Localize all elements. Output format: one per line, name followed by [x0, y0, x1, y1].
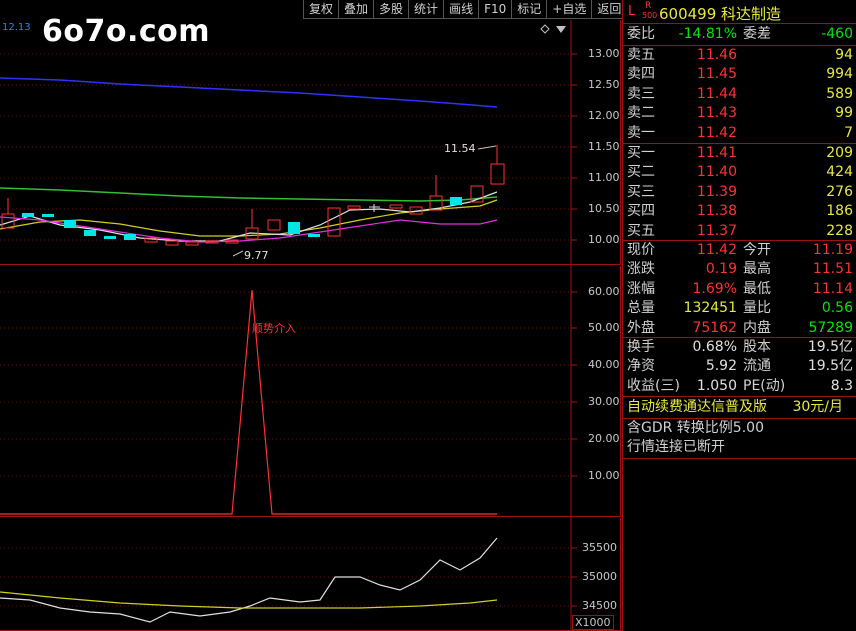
bid-row-volume: 209 [826, 145, 853, 161]
ask-row[interactable]: 卖四 11.45 994 [625, 65, 855, 84]
fundamentals-row: 净资 5.92 流通 19.5亿 [627, 358, 853, 375]
chart-date: 12.13 [2, 22, 31, 33]
connection-status: 行情连接已断开 [627, 439, 725, 455]
ask-row-label: 卖三 [627, 85, 655, 102]
badge-500: 500 [642, 11, 658, 20]
ma-yellow-line [0, 199, 498, 237]
bid-row-volume: 424 [826, 164, 853, 181]
ask-row-label: 卖五 [627, 47, 655, 63]
indicator-axis-label: 40.00 [588, 358, 620, 371]
ask-row-volume: 589 [826, 85, 853, 102]
ma-white-line [0, 191, 498, 242]
volume-axis-label: 34500 [582, 599, 617, 612]
badge-l: L [628, 4, 636, 19]
indicator-axis-label: 10.00 [588, 469, 620, 482]
bid-row-label: 买三 [627, 183, 655, 200]
chart-graphics[interactable] [0, 0, 622, 631]
ma-blue-line [0, 77, 498, 108]
watermark-logo: 6o7o.com [42, 14, 211, 49]
bid-row-label: 买一 [627, 145, 655, 161]
bid-row-volume: 228 [826, 222, 853, 239]
bid-row[interactable]: 买二 11.40 424 [625, 163, 855, 182]
diamond-icon [540, 24, 550, 34]
ask-row-label: 卖二 [627, 105, 655, 122]
bid-row[interactable]: 买三 11.39 276 [625, 183, 855, 202]
bid-row-label: 买二 [627, 164, 655, 181]
ask-row[interactable]: 卖五 11.46 94 [625, 46, 855, 65]
low-arrow [232, 250, 244, 257]
ask-row-price: 11.45 [696, 66, 737, 83]
ask-row-price: 11.46 [696, 47, 737, 63]
indicator-axis-label: 20.00 [588, 432, 620, 445]
volume-unit: X1000 [572, 615, 614, 630]
ask-row-volume: 994 [826, 66, 853, 83]
price-axis-label: 10.00 [588, 233, 620, 246]
quote-panel: L R 500 600499 科达制造 委比 -14.81% 委差 -460 卖… [622, 0, 856, 631]
ask-row[interactable]: 卖二 11.43 99 [625, 104, 855, 123]
ask-row[interactable]: 卖一 11.42 7 [625, 124, 855, 143]
bid-row-label: 买五 [627, 222, 655, 239]
price-axis-label: 12.50 [588, 78, 620, 91]
fundamentals-row: 收益(三) 1.050 PE(动) 8.3 [627, 377, 853, 394]
ask-row-price: 11.42 [696, 124, 737, 141]
price-axis-label: 12.00 [588, 109, 620, 122]
indicator-axis-label: 30.00 [588, 395, 620, 408]
ask-row-price: 11.43 [696, 105, 737, 122]
ask-row-label: 卖一 [627, 124, 655, 141]
bid-row-price: 11.39 [696, 183, 737, 200]
ask-row-label: 卖四 [627, 66, 655, 83]
low-price-marker: 9.77 [244, 249, 269, 262]
stock-code-name: 600499 科达制造 [659, 5, 782, 23]
ask-row[interactable]: 卖三 11.44 589 [625, 85, 855, 104]
bid-row-volume: 186 [826, 203, 853, 220]
price-axis-label: 11.00 [588, 171, 620, 184]
high-price-marker: 11.54 [444, 142, 476, 155]
ask-row-volume: 99 [835, 105, 853, 122]
ask-row-volume: 7 [844, 124, 853, 141]
price-axis-label: 11.50 [588, 140, 620, 153]
bid-row-price: 11.37 [696, 222, 737, 239]
indicator-axis-label: 50.00 [588, 321, 620, 334]
triangle-down-icon [556, 26, 566, 33]
ma-green-line [0, 187, 498, 202]
candles [1, 145, 505, 246]
promo-text[interactable]: 自动续费通达信普及版 [627, 398, 767, 417]
promo-row[interactable]: 自动续费通达信普及版 30元/月 [625, 398, 855, 417]
ask-row-price: 11.44 [696, 85, 737, 102]
bid-row-price: 11.41 [696, 145, 737, 161]
gdr-row: 含GDR 转换比例5.00 [627, 420, 764, 436]
volume-axis-label: 35500 [582, 541, 617, 554]
indicator-signal-label: 顺势介入 [252, 322, 296, 335]
status-row: 行情连接已断开 [625, 438, 855, 457]
fundamentals-row: 换手 0.68% 股本 19.5亿 [627, 339, 853, 355]
stock-header: L R 500 600499 科达制造 [625, 1, 855, 23]
stats-row: 涨跌 0.19 最高 11.51 [627, 261, 853, 278]
stats-row: 涨幅 1.69% 最低 11.14 [627, 280, 853, 297]
ask-row-volume: 94 [835, 47, 853, 63]
bid-row-price: 11.40 [696, 164, 737, 181]
weibi-row: 委比 -14.81% 委差 -460 [627, 26, 853, 42]
indicator-axis-label: 60.00 [588, 285, 620, 298]
weicha-value: -460 [821, 26, 853, 42]
price-axis-label: 13.00 [588, 47, 620, 60]
volume-white-line [0, 537, 498, 623]
bid-row[interactable]: 买五 11.37 228 [625, 222, 855, 241]
bid-row-volume: 276 [826, 183, 853, 200]
price-axis-label: 10.50 [588, 202, 620, 215]
bid-row-label: 买四 [627, 203, 655, 220]
stats-row: 外盘 75162 内盘 57289 [627, 319, 853, 336]
bid-row[interactable]: 买一 11.41 209 [625, 144, 855, 163]
badge-r: R [645, 1, 652, 11]
axis-ticks [571, 53, 577, 607]
volume-axis-label: 35000 [582, 570, 617, 583]
weibi-value: -14.81% [678, 26, 737, 42]
stats-row: 现价 11.42 今开 11.19 [627, 242, 853, 258]
promo-price[interactable]: 30元/月 [792, 398, 843, 417]
volume-gridlines [0, 547, 570, 607]
bid-row-price: 11.38 [696, 203, 737, 220]
bid-row[interactable]: 买四 11.38 186 [625, 202, 855, 221]
stats-row: 总量 132451 量比 0.56 [627, 300, 853, 317]
